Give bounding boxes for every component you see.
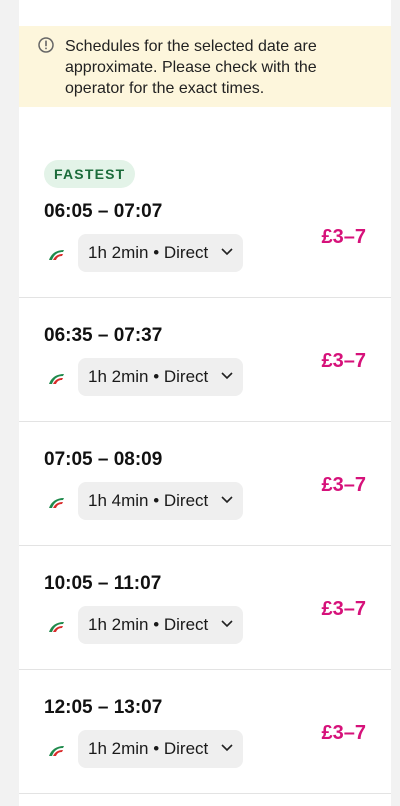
journey-details-dropdown[interactable]: 1h 2min • Direct [78, 358, 243, 396]
journey-row[interactable]: 10:05 – 11:07 1h 2min • Direct £3–7 [19, 546, 391, 670]
notice-text: Schedules for the selected date are appr… [65, 38, 317, 97]
trenitalia-logo-icon [49, 250, 64, 260]
journey-times: 06:05 – 07:07 [44, 201, 163, 222]
journey-price: £3–7 [321, 474, 367, 496]
journey-price: £3–7 [321, 350, 367, 372]
journey-times: 10:05 – 11:07 [44, 573, 162, 594]
journey-row[interactable]: 07:05 – 08:09 1h 4min • Direct £3–7 [19, 422, 391, 546]
chevron-down-icon [221, 372, 233, 380]
journey-summary: 1h 2min • Direct [88, 367, 209, 386]
chevron-down-icon [221, 620, 233, 628]
journey-summary: 1h 4min • Direct [88, 491, 209, 510]
chevron-down-icon [221, 496, 233, 504]
journey-summary: 1h 2min • Direct [88, 243, 209, 262]
trenitalia-logo-icon [49, 374, 64, 384]
journey-times: 06:35 – 07:37 [44, 325, 163, 346]
journey-details-dropdown[interactable]: 1h 2min • Direct [78, 606, 243, 644]
journey-list: FASTEST 06:05 – 07:07 1h 2min • Direct £… [19, 107, 391, 794]
results-card: Schedules for the selected date are appr… [19, 0, 391, 806]
chevron-down-icon [221, 248, 233, 256]
journey-summary: 1h 2min • Direct [88, 615, 209, 634]
journey-details-dropdown[interactable]: 1h 2min • Direct [78, 730, 243, 768]
info-circle-icon [38, 37, 54, 53]
journey-price: £3–7 [321, 226, 367, 248]
journey-details-dropdown[interactable]: 1h 2min • Direct [78, 234, 243, 272]
journey-row[interactable]: FASTEST 06:05 – 07:07 1h 2min • Direct £… [19, 107, 391, 298]
journey-price: £3–7 [321, 722, 367, 744]
journey-summary: 1h 2min • Direct [88, 739, 209, 758]
journey-details-dropdown[interactable]: 1h 4min • Direct [78, 482, 243, 520]
journey-times: 12:05 – 13:07 [44, 697, 163, 718]
trenitalia-logo-icon [49, 498, 64, 508]
journey-price: £3–7 [321, 598, 367, 620]
trenitalia-logo-icon [49, 746, 64, 756]
schedule-notice: Schedules for the selected date are appr… [19, 26, 391, 107]
chevron-down-icon [221, 744, 233, 752]
journey-times: 07:05 – 08:09 [44, 449, 163, 470]
trenitalia-logo-icon [49, 622, 64, 632]
fastest-badge: FASTEST [44, 160, 136, 188]
journey-row[interactable]: 12:05 – 13:07 1h 2min • Direct £3–7 [19, 670, 391, 794]
journey-row[interactable]: 06:35 – 07:37 1h 2min • Direct £3–7 [19, 298, 391, 422]
